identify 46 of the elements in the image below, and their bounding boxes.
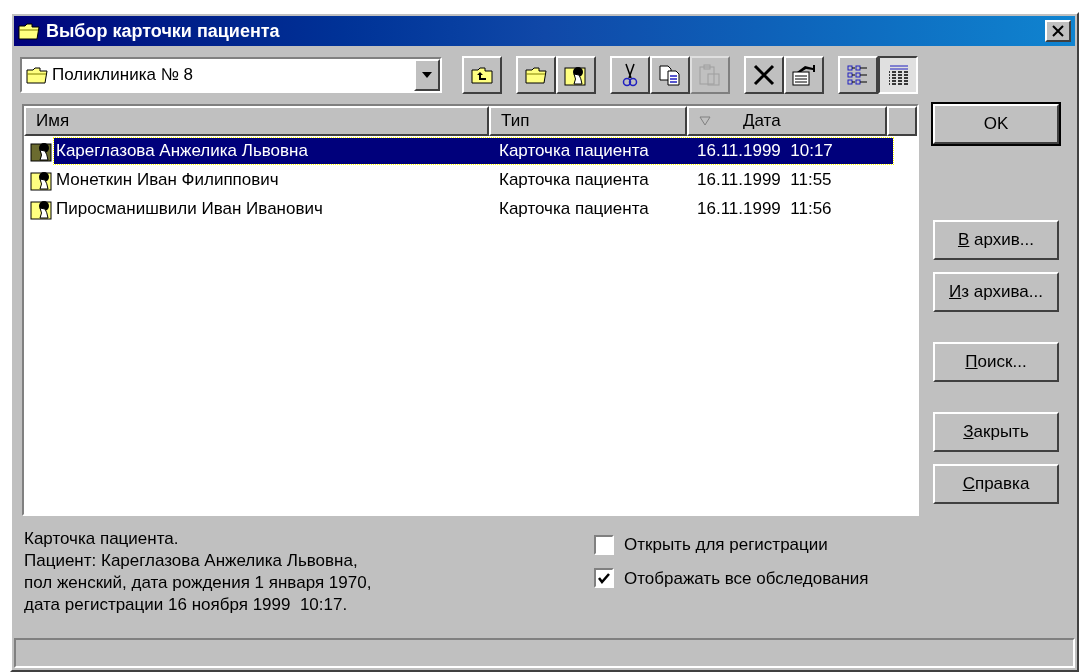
name-cell-text: Кареглазова Анжелика Львовна (55, 139, 309, 162)
dialog-button[interactable]: OK (933, 104, 1059, 144)
type-cell-text: Карточка пациента (498, 168, 650, 191)
type-cell-text: Карточка пациента (498, 197, 650, 220)
properties-icon (791, 64, 817, 86)
close-icon (1052, 25, 1064, 37)
date-cell-text: 16.11.1999 10:17 (696, 139, 834, 162)
check-icon (598, 572, 610, 585)
paste-icon (698, 64, 722, 86)
folder-up-icon (471, 66, 493, 84)
column-header[interactable]: Дата (687, 106, 887, 136)
list-view-icon (847, 65, 869, 85)
caret-icon (422, 72, 432, 78)
list-row[interactable]: Монеткин Иван Филиппович Карточка пациента 16.11.1999 11:55 (24, 165, 917, 194)
patient-card-icon (564, 64, 588, 86)
close-button[interactable] (1045, 20, 1071, 42)
folder-icon (18, 22, 40, 40)
checkbox[interactable] (594, 568, 614, 589)
location-value: Поликлиника № 8 (52, 64, 194, 87)
checkbox-label: Открыть для регистрации (624, 534, 828, 556)
dialog-button[interactable]: Поиск... (933, 342, 1059, 382)
window-title: Выбор карточки пациента (46, 19, 280, 43)
delete-icon (753, 64, 775, 86)
name-cell-text: Монеткин Иван Филиппович (55, 168, 280, 191)
name-cell-text: Пиросманишвили Иван Иванович (55, 197, 324, 220)
folder-icon (525, 66, 547, 84)
dialog-button[interactable]: Справка (933, 464, 1059, 504)
checkbox[interactable] (594, 534, 614, 555)
type-cell-text: Карточка пациента (498, 139, 650, 162)
date-cell-text: 16.11.1999 11:56 (696, 197, 833, 220)
location-dropdown[interactable]: Поликлиника № 8 (20, 57, 442, 93)
description-text: Карточка пациента. Пациент: Кареглазова Анжелика Львовна, пол женский, дата рождения 1 января 1970, дата регистрации 16 ноября 1999 10:17. (24, 528, 373, 616)
column-header[interactable]: Имя (24, 106, 489, 136)
details-view-icon (887, 64, 909, 86)
checkbox-label: Отображать все обследования (624, 567, 869, 590)
dialog-button[interactable]: В архив... (933, 220, 1059, 260)
dropdown-arrow-button[interactable] (414, 59, 440, 91)
dialog-button[interactable]: Закрыть (933, 412, 1059, 452)
folder-icon (26, 66, 48, 84)
scissors-icon (622, 63, 638, 87)
toolbar-button[interactable] (878, 56, 918, 94)
copy-icon (658, 64, 682, 86)
column-header[interactable]: Тип (489, 106, 687, 136)
date-cell-text: 16.11.1999 11:55 (696, 168, 833, 191)
list-row[interactable]: Пиросманишвили Иван Иванович Карточка пациента 16.11.1999 11:56 (24, 194, 917, 223)
dialog-button[interactable]: Из архива... (933, 272, 1059, 312)
